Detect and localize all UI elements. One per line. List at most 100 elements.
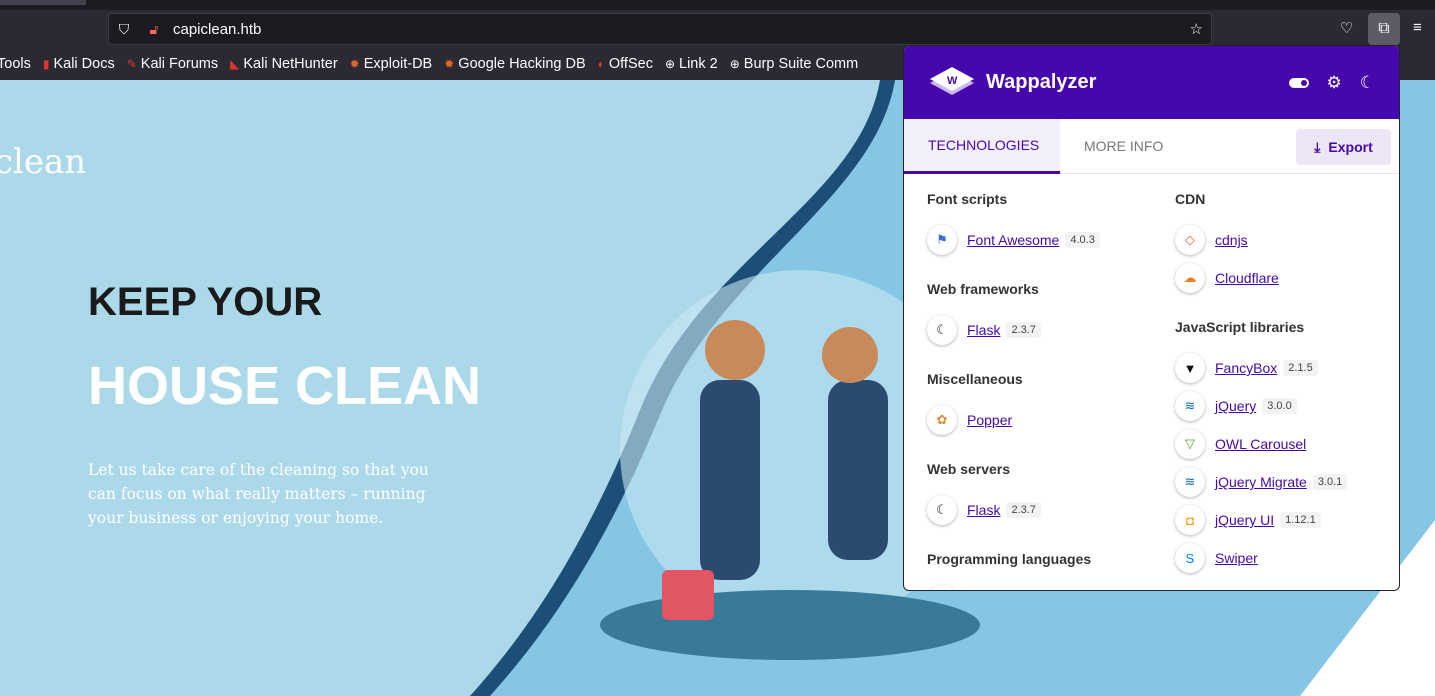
- technology-item: 🐍︎Python3.10.12: [927, 585, 1157, 590]
- technology-link[interactable]: jQuery UI: [1215, 512, 1274, 528]
- globe-icon: ⊕: [729, 57, 740, 71]
- insecure-lock-icon[interactable]: 🔓︎: [139, 21, 169, 38]
- bookmark-item[interactable]: ⊕ Burp Suite Comm: [730, 56, 859, 72]
- version-badge: 2.3.7: [1006, 502, 1041, 518]
- technology-item: ⚑ Font Awesome 4.0.3: [927, 225, 1157, 255]
- technology-item: ≋ jQuery Migrate 3.0.1: [1175, 467, 1399, 497]
- version-badge: 3.0.1: [1312, 474, 1348, 490]
- technology-item: ☾ Flask 2.3.7: [927, 315, 1157, 345]
- tab-more-info[interactable]: MORE INFO: [1060, 119, 1187, 174]
- technology-link[interactable]: Swiper: [1215, 550, 1258, 566]
- wappalyzer-title: Wappalyzer: [986, 71, 1097, 93]
- technologies-right-column: CDN ◇ cdnjs ☁ Cloudflare JavaScript libraries…: [1175, 191, 1399, 590]
- technology-item: S Swiper: [1175, 543, 1399, 573]
- cloudflare-icon: ☁: [1175, 263, 1205, 293]
- technology-link[interactable]: Font Awesome: [967, 232, 1059, 248]
- technologies-left-column: Font scripts ⚑ Font Awesome 4.0.3 Web framew…: [927, 191, 1157, 590]
- technology-link[interactable]: Flask: [967, 502, 1000, 518]
- technology-item: ◘ jQuery UI 1.12.1: [1175, 505, 1399, 535]
- pocket-icon[interactable]: ♡: [1340, 19, 1353, 37]
- bookmark-item[interactable]: ✎ Kali Forums: [127, 56, 218, 72]
- extensions-button[interactable]: ⧉: [1368, 13, 1400, 45]
- tab-technologies[interactable]: TECHNOLOGIES: [904, 118, 1060, 174]
- technology-link[interactable]: cdnjs: [1215, 232, 1248, 248]
- technology-link[interactable]: OWL Carousel: [1215, 436, 1306, 452]
- export-label: Export: [1328, 139, 1373, 155]
- category-heading: CDN: [1175, 191, 1206, 207]
- bookmark-item[interactable]: ✹ Exploit-DB: [350, 56, 433, 72]
- menu-icon[interactable]: ≡: [1413, 19, 1422, 36]
- font-awesome-icon: ⚑: [927, 225, 957, 255]
- bookmark-label: Link 2: [679, 56, 718, 72]
- bookmark-label: Kali Forums: [140, 56, 219, 72]
- category-heading: Font scripts: [927, 191, 1008, 207]
- technology-link[interactable]: FancyBox: [1215, 360, 1277, 376]
- technology-link[interactable]: Cloudflare: [1215, 270, 1279, 286]
- download-icon: ⤓: [1314, 138, 1321, 155]
- cleaner-man-illustration: [700, 380, 760, 580]
- category-heading: Web frameworks: [927, 281, 1039, 297]
- enable-toggle[interactable]: [1288, 77, 1309, 88]
- flask-icon: ☾: [927, 495, 957, 525]
- bookmark-label: Tools: [0, 56, 31, 72]
- bookmark-star-icon[interactable]: ☆: [1190, 20, 1203, 38]
- bookmark-label: OffSec: [608, 56, 653, 72]
- jquery-ui-icon: ◘: [1175, 505, 1205, 535]
- bookmark-item[interactable]: ✹ Google Hacking DB: [444, 56, 585, 72]
- category-heading: Programming languages: [927, 551, 1092, 567]
- bookmark-item[interactable]: ▮ Kali Docs: [43, 56, 115, 72]
- cleaner-woman-illustration: [828, 380, 888, 560]
- url-text[interactable]: capiclean.htb: [173, 21, 261, 38]
- ghdb-icon: ✹: [444, 57, 455, 71]
- bookmark-label: Google Hacking DB: [458, 56, 586, 72]
- category-heading: JavaScript libraries: [1175, 319, 1305, 335]
- category-heading: Miscellaneous: [927, 371, 1023, 387]
- bookmark-item[interactable]: ◐ OffSec: [598, 56, 653, 72]
- settings-gear-icon[interactable]: ⚙: [1327, 73, 1342, 93]
- bookmark-item[interactable]: ⊕ Link 2: [665, 56, 718, 72]
- tab-strip: [0, 0, 1435, 10]
- nethunter-icon: ◣: [230, 57, 240, 71]
- technology-link[interactable]: Popper: [967, 412, 1012, 428]
- technology-item: ≋ jQuery 3.0.0: [1175, 391, 1399, 421]
- version-badge: 1.12.1: [1280, 512, 1321, 528]
- technology-link[interactable]: jQuery: [1215, 398, 1256, 414]
- dark-mode-moon-icon[interactable]: ☾: [1360, 73, 1375, 93]
- bookmark-label: Kali NetHunter: [243, 56, 338, 72]
- bookmark-label: Burp Suite Comm: [743, 56, 859, 72]
- kali-docs-icon: ▮: [42, 57, 50, 71]
- flask-icon: ☾: [927, 315, 957, 345]
- fancybox-icon: ▼: [1175, 353, 1205, 383]
- hero-heading-line2: HOUSE CLEAN: [88, 356, 482, 416]
- bookmark-label: Exploit-DB: [363, 56, 433, 72]
- technology-item: ✿ Popper: [927, 405, 1157, 435]
- cdnjs-icon: ◇: [1175, 225, 1205, 255]
- offsec-icon: ◐: [597, 57, 605, 71]
- kali-forums-icon: ✎: [126, 57, 137, 71]
- bookmark-item[interactable]: Tools: [0, 56, 31, 72]
- owl-carousel-icon: ▽: [1175, 429, 1205, 459]
- technology-link[interactable]: jQuery Migrate: [1215, 474, 1307, 490]
- technology-item: ☾ Flask 2.3.7: [927, 495, 1157, 525]
- swiper-icon: S: [1175, 543, 1205, 573]
- technology-item: ▼ FancyBox 2.1.5: [1175, 353, 1399, 383]
- hero-description: Let us take care of the cleaning so that…: [88, 461, 429, 527]
- version-badge: 2.1.5: [1283, 360, 1318, 376]
- technology-link[interactable]: Flask: [967, 322, 1000, 338]
- version-badge: 2.3.7: [1006, 322, 1041, 338]
- jquery-migrate-icon: ≋: [1175, 467, 1205, 497]
- jquery-icon: ≋: [1175, 391, 1205, 421]
- browser-tab[interactable]: [0, 0, 86, 5]
- export-button[interactable]: ⤓ Export: [1296, 129, 1391, 165]
- wappalyzer-header: W Wappalyzer ⚙ ☾: [904, 46, 1399, 119]
- technology-item: ☁ Cloudflare: [1175, 263, 1399, 293]
- url-bar[interactable]: ⛉ 🔓︎ capiclean.htb ☆: [108, 13, 1212, 45]
- version-badge: 3.0.0: [1262, 398, 1297, 414]
- bookmark-item[interactable]: ◣ Kali NetHunter: [230, 56, 338, 72]
- site-logo[interactable]: clean: [0, 142, 86, 182]
- wappalyzer-logo-icon: W: [930, 66, 974, 95]
- shield-icon[interactable]: ⛉: [109, 21, 139, 38]
- technology-item: ◇ cdnjs: [1175, 225, 1399, 255]
- popper-icon: ✿: [927, 405, 957, 435]
- browser-toolbar: ⛉ 🔓︎ capiclean.htb ☆ ♡ ⧉ ≡: [0, 10, 1435, 48]
